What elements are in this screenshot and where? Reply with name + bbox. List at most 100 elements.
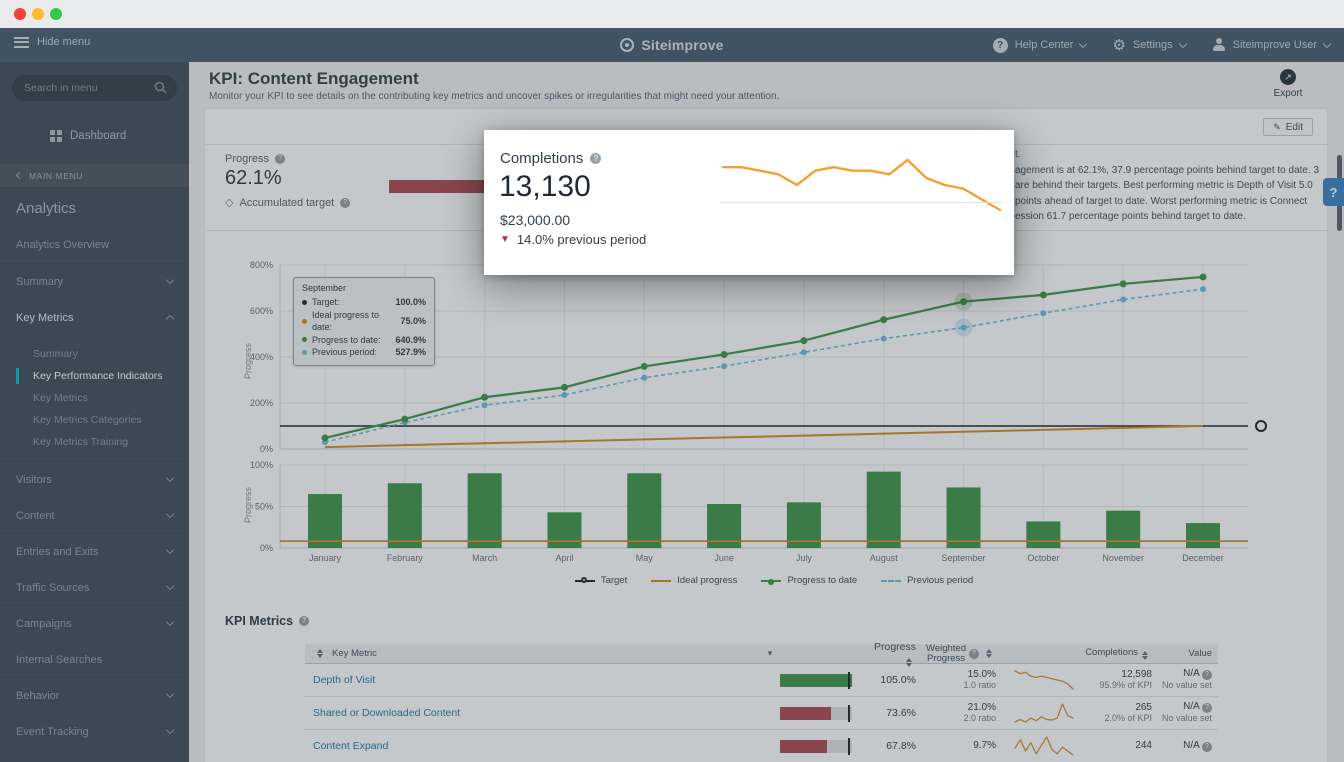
sidebar-item-content[interactable]: Content [0,497,189,533]
help-icon[interactable]: ? [590,153,601,164]
close-window-button[interactable] [14,8,26,20]
dashboard-label: Dashboard [70,130,126,142]
column-label: Completions [1085,647,1138,658]
brand-name: Siteimprove [641,37,723,53]
help-icon[interactable]: ? [275,154,285,164]
svg-text:Progress: Progress [243,486,253,523]
help-icon[interactable]: ? [1202,703,1212,713]
sidebar-subitem-key-performance-indicators[interactable]: Key Performance Indicators [0,365,189,387]
column-weighted-progress[interactable]: WeightedProgress ? [916,644,1008,663]
help-icon[interactable]: ? [299,616,309,626]
sidebar-subitem-key-metrics[interactable]: Key Metrics [0,387,189,409]
column-filter-caret[interactable]: ▾ [760,648,780,659]
table-row: Content Expand 67.8% 9.7% 244 N/A ? [305,730,1218,762]
previous-dash-icon [881,580,901,582]
tooltip-value: 527.9% [395,346,426,359]
help-icon[interactable]: ? [1202,670,1212,680]
completions-currency: $23,000.00 [500,212,570,228]
chevron-down-icon [166,474,174,482]
export-button[interactable]: ↗ Export [1266,69,1310,99]
legend-target[interactable]: Target [575,575,627,586]
completions-change-row: ▼ 14.0% previous period [500,232,646,247]
svg-text:June: June [714,553,734,563]
sidebar-item-traffic-sources[interactable]: Traffic Sources [0,569,189,605]
help-icon[interactable]: ? [1202,742,1212,752]
sidebar-item-behavior[interactable]: Behavior [0,677,189,713]
sort-icon [906,658,912,667]
accumulated-target-row: ◇ Accumulated target ? [225,196,350,209]
ideal-dot-icon [302,319,307,324]
metric-link[interactable]: Shared or Downloaded Content [313,707,460,719]
column-completions[interactable]: Completions [1080,647,1152,660]
sidebar-item-analytics-overview[interactable]: Analytics Overview [0,227,189,263]
column-value[interactable]: Value [1152,648,1218,660]
value-text: N/A [1183,701,1199,712]
kpi-summary-text: t. agement is at 62.1%, 37.9 percentage … [1015,147,1327,225]
completions-value: 265 [1080,702,1152,714]
tooltip-value: 100.0% [395,296,426,309]
sidebar-item-event-tracking[interactable]: Event Tracking [0,713,189,749]
kpi-metrics-table: Key Metric ▾ Progress WeightedProgress ?… [305,644,1218,762]
sidebar-subitem-key-metrics-training[interactable]: Key Metrics Training [0,431,189,453]
sidebar-subitem-key-metrics-categories[interactable]: Key Metrics Categories [0,409,189,431]
legend-ideal-progress[interactable]: Ideal progress [651,575,737,586]
minimize-window-button[interactable] [32,8,44,20]
metric-link[interactable]: Content Expand [313,740,388,752]
ideal-line-icon [651,580,671,582]
help-icon[interactable]: ? [340,198,350,208]
value-cell: N/A ? [1152,668,1212,680]
sidebar-subitem-summary[interactable]: Summary [0,343,189,365]
previous-dot-icon [302,350,307,355]
table-row: Shared or Downloaded Content 73.6% 21.0%… [305,697,1218,730]
sidebar-item-key-metrics[interactable]: Key Metrics [0,299,189,335]
user-menu[interactable]: Siteimprove User [1212,38,1330,52]
chevron-up-icon [166,315,174,323]
svg-text:600%: 600% [250,306,273,316]
progress-bar [780,740,852,753]
sidebar-item-campaigns[interactable]: Campaigns [0,605,189,641]
popup-title: Completions [500,150,583,167]
item-label: Key Performance Indicators [33,370,163,382]
help-icon[interactable]: ? [969,649,979,659]
sidebar-item-visitors[interactable]: Visitors [0,461,189,497]
legend-label: Previous period [907,575,973,586]
search-input[interactable] [12,75,177,101]
progress-percent: 67.8% [868,740,916,752]
column-label: Progress [926,654,966,664]
sidebar-item-internal-searches[interactable]: Internal Searches [0,641,189,677]
search-icon [154,81,167,94]
help-beacon-button[interactable]: ? [1323,178,1344,206]
legend-progress-to-date[interactable]: Progress to date [761,575,857,586]
weighted-percent: 15.0% [916,669,996,681]
sidebar-item-entries-and-exits[interactable]: Entries and Exits [0,533,189,569]
main-menu-back[interactable]: MAIN MENU [0,163,189,188]
progress-value: 62.1% [225,167,282,190]
metric-link[interactable]: Depth of Visit [313,674,375,686]
main-menu-label: MAIN MENU [29,171,83,181]
item-label: Summary [16,276,63,288]
column-progress[interactable]: Progress [868,641,916,667]
svg-text:0%: 0% [260,543,273,553]
completions-change: 14.0% previous period [517,232,646,247]
column-label: Progress [874,641,916,653]
progress-bar-chart[interactable]: 0%50%100%JanuaryFebruaryMarchAprilMayJun… [225,461,1330,564]
legend-label: Progress to date [787,575,857,586]
window-titlebar [0,0,1344,28]
column-key-metric[interactable]: Key Metric [305,648,760,659]
item-label: Campaigns [16,618,72,630]
settings-menu[interactable]: ⚙ Settings [1112,38,1185,53]
chevron-down-icon [166,582,174,590]
tooltip-month: September [302,283,426,293]
help-center-menu[interactable]: ? Help Center [993,38,1087,53]
sidebar-item-dashboard[interactable]: Dashboard [0,127,189,145]
legend-previous-period[interactable]: Previous period [881,575,973,586]
sidebar-item-summary[interactable]: Summary [0,263,189,299]
svg-text:August: August [870,553,899,563]
tooltip-label: Target: [312,296,340,309]
zoom-window-button[interactable] [50,8,62,20]
edit-button[interactable]: ✎ Edit [1263,118,1313,136]
value-text: N/A [1183,668,1199,679]
item-label: Key Metrics Categories [33,414,142,426]
chevron-down-icon [166,726,174,734]
decrease-triangle-icon: ▼ [500,235,510,245]
